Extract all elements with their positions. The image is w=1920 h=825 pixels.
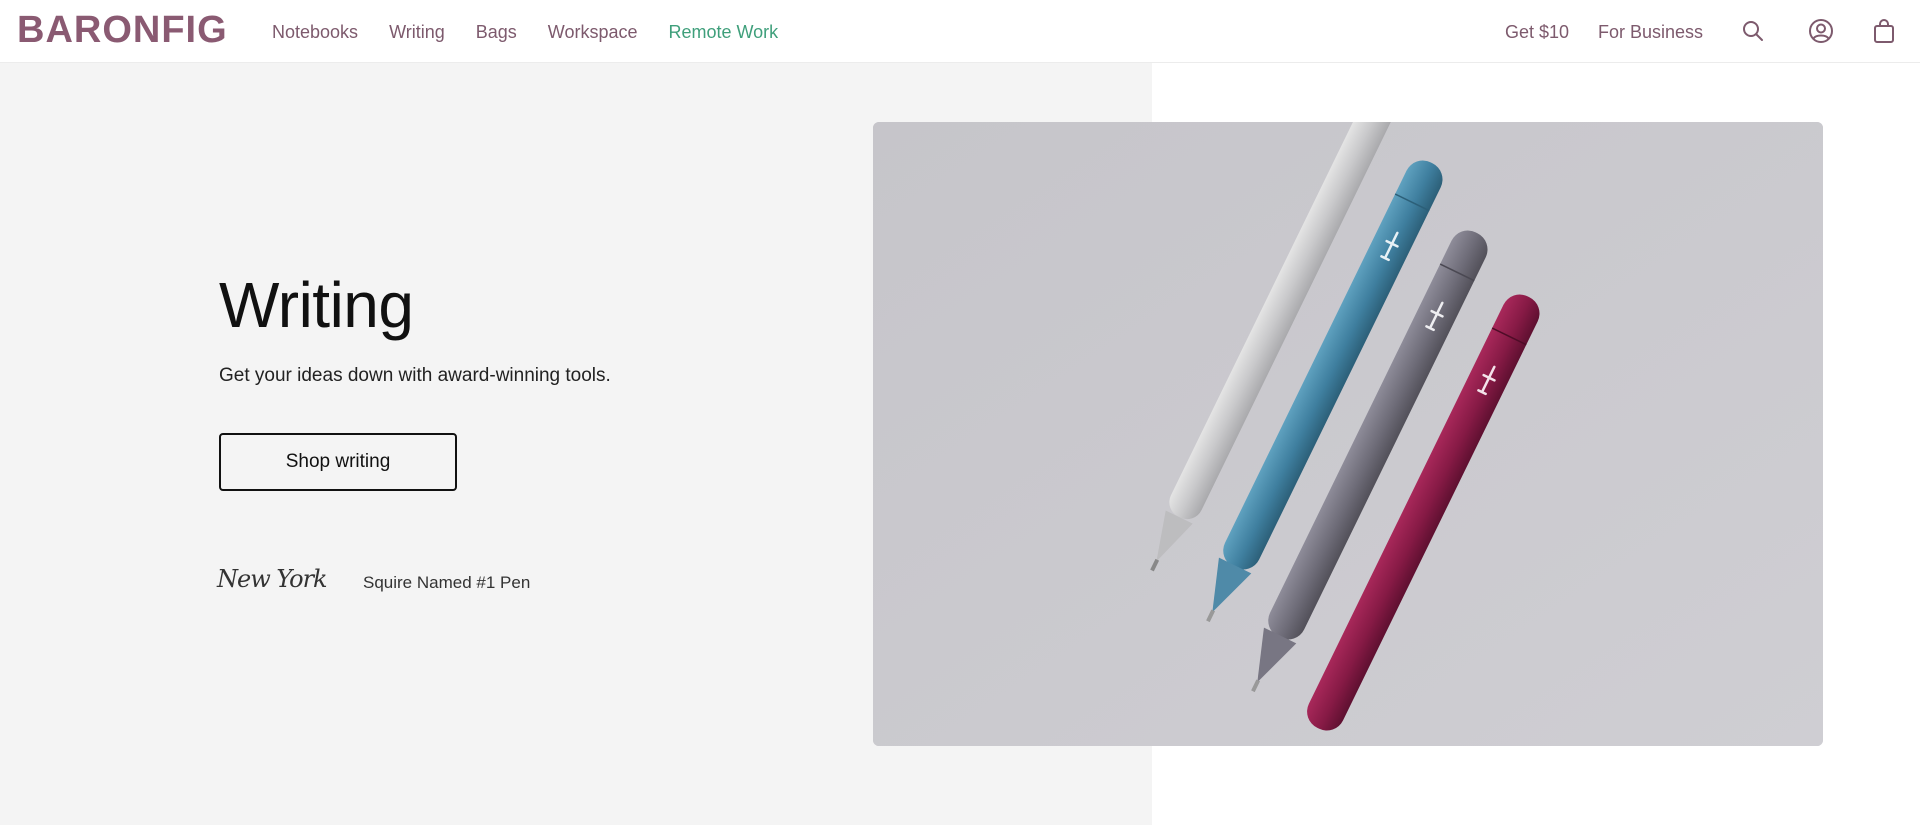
nav-remote-work[interactable]: Remote Work: [668, 21, 778, 43]
new-york-magazine-logo: New York: [217, 565, 328, 593]
baronfig-logo[interactable]: BARONFIG: [17, 9, 228, 51]
for-business-link[interactable]: For Business: [1598, 21, 1703, 43]
press-quote: Squire Named #1 Pen: [363, 573, 531, 592]
nav-notebooks[interactable]: Notebooks: [272, 21, 358, 43]
nav-writing[interactable]: Writing: [389, 21, 445, 43]
shop-writing-button[interactable]: Shop writing: [219, 433, 457, 491]
nav-bags[interactable]: Bags: [476, 21, 517, 43]
site-header: BARONFIG Notebooks Writing Bags Workspac…: [0, 0, 1920, 63]
bag-icon[interactable]: [1869, 16, 1899, 46]
hero-subtitle: Get your ideas down with award-winning t…: [219, 365, 611, 386]
account-icon[interactable]: [1806, 16, 1836, 46]
nav-workspace[interactable]: Workspace: [548, 21, 638, 43]
search-icon[interactable]: [1738, 16, 1768, 46]
page-title: Writing: [219, 269, 414, 341]
hero-pens-image: [873, 122, 1823, 746]
get-10-link[interactable]: Get $10: [1505, 21, 1569, 43]
main-nav: Notebooks Writing Bags Workspace Remote …: [272, 21, 809, 43]
